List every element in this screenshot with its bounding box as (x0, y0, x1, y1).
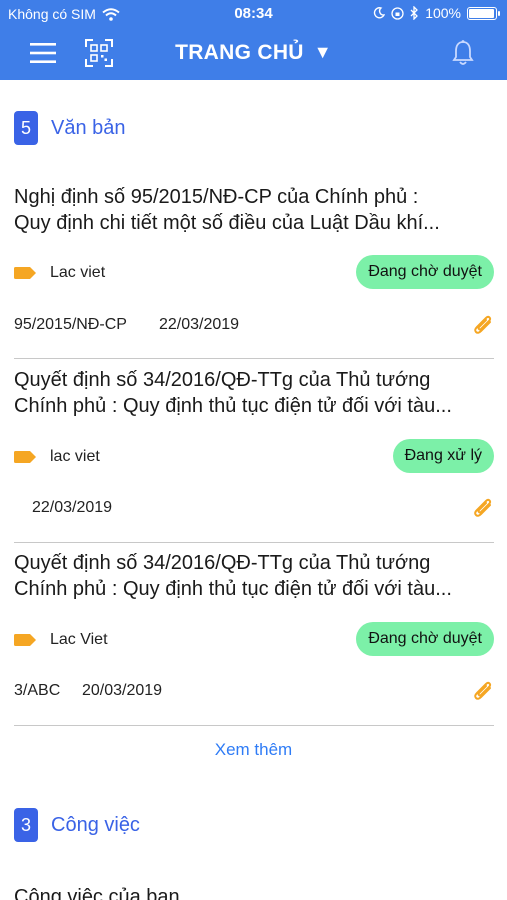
status-right: 100% (373, 5, 500, 21)
bell-icon[interactable] (451, 39, 475, 67)
moon-icon (374, 7, 386, 19)
document-title[interactable]: Quyết định số 34/2016/QĐ-TTg của Thủ tướ… (14, 550, 498, 602)
document-title[interactable]: Nghị định số 95/2015/NĐ-CP của Chính phủ… (14, 184, 498, 236)
document-title-line2: Chính phủ : Quy định thủ tục điện tử đối… (14, 395, 452, 417)
document-tag: Lac viet (50, 264, 106, 281)
document-title-line1: Quyết định số 34/2016/QĐ-TTg của Thủ tướ… (14, 369, 431, 391)
status-badge: Đang chờ duyệt (356, 255, 494, 289)
tasks-section-title: Công việc (51, 813, 140, 836)
document-meta: Lac viet Đang chờ duyệt (14, 255, 494, 289)
app-header: Không có SIM 08:34 100% TRANG CHỦ ▼ (0, 0, 507, 80)
document-number: 3/ABC (14, 682, 61, 699)
orientation-lock-icon (391, 6, 404, 20)
tasks-section-header[interactable]: 3 Công việc (14, 808, 140, 842)
tag-icon (14, 451, 36, 463)
document-info: 3/ABC 20/03/2019 (14, 679, 494, 703)
nav-bar: TRANG CHỦ ▼ (0, 28, 507, 80)
document-tag: lac viet (50, 448, 100, 465)
document-title-line2: Chính phủ : Quy định thủ tục điện tử đối… (14, 578, 452, 600)
battery-icon (467, 6, 500, 20)
document-info: 22/03/2019 (14, 496, 494, 520)
paperclip-icon[interactable] (472, 496, 494, 520)
document-info: 95/2015/NĐ-CP 22/03/2019 (14, 313, 494, 337)
document-title-line2: Quy định chi tiết một số điều của Luật D… (14, 212, 440, 234)
paperclip-icon[interactable] (472, 679, 494, 703)
battery-percent: 100% (425, 5, 461, 21)
document-date: 22/03/2019 (32, 499, 113, 516)
divider (14, 358, 494, 359)
divider (14, 542, 494, 543)
page-title: TRANG CHỦ (175, 41, 304, 64)
status-badge: Đang xử lý (392, 439, 494, 473)
task-item-partial[interactable]: Công việc của bạn (14, 886, 180, 900)
see-more-link[interactable]: Xem thêm (0, 740, 507, 760)
documents-count-badge: 5 (14, 111, 38, 145)
document-meta: Lac Viet Đang chờ duyệt (14, 622, 494, 656)
document-tag: Lac Viet (50, 631, 108, 648)
paperclip-icon[interactable] (472, 313, 494, 337)
tag-icon (14, 634, 36, 646)
document-date: 20/03/2019 (82, 682, 163, 699)
tasks-count-badge: 3 (14, 808, 38, 842)
status-badge: Đang chờ duyệt (356, 622, 494, 656)
document-title-line1: Nghị định số 95/2015/NĐ-CP của Chính phủ… (14, 186, 419, 208)
chevron-down-icon: ▼ (313, 42, 332, 62)
document-title[interactable]: Quyết định số 34/2016/QĐ-TTg của Thủ tướ… (14, 367, 498, 419)
divider (14, 725, 494, 726)
documents-section-header[interactable]: 5 Văn bản (14, 111, 126, 145)
page-title-dropdown[interactable]: TRANG CHỦ ▼ (0, 41, 507, 65)
status-bar: Không có SIM 08:34 100% (0, 0, 507, 28)
document-title-line1: Quyết định số 34/2016/QĐ-TTg của Thủ tướ… (14, 552, 431, 574)
document-meta: lac viet Đang xử lý (14, 439, 494, 473)
document-date: 22/03/2019 (159, 316, 240, 333)
document-number: 95/2015/NĐ-CP (14, 316, 127, 333)
documents-section-title: Văn bản (51, 116, 126, 139)
tag-icon (14, 267, 36, 279)
bluetooth-icon (410, 6, 419, 20)
